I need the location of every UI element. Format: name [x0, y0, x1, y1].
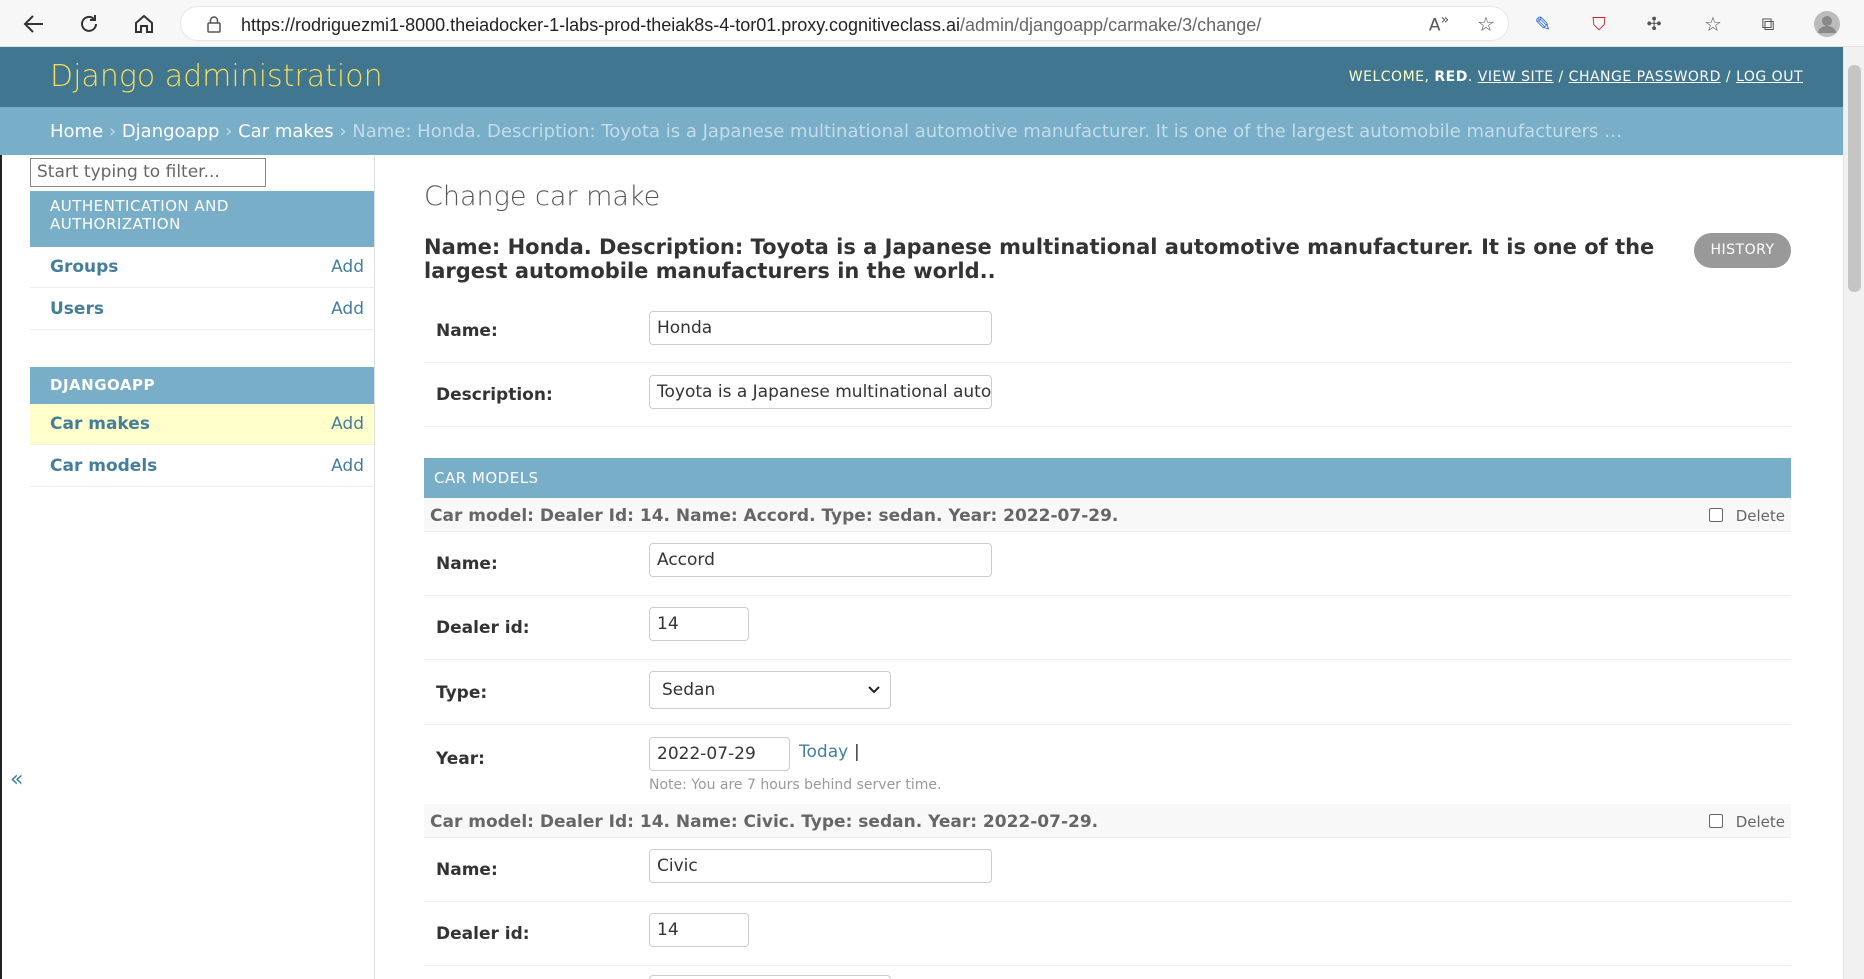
inline-item-title: Car model: Dealer Id: 14. Name: Civic. T…: [430, 812, 1099, 832]
sidebar-item-label[interactable]: Car models: [50, 456, 157, 476]
home-icon[interactable]: [128, 8, 160, 40]
dealer-id-input[interactable]: 14: [649, 607, 749, 641]
admin-header: Django administration WELCOME, RED. VIEW…: [0, 47, 1843, 107]
model-name-input[interactable]: Civic: [649, 849, 992, 883]
sidebar-item-label[interactable]: Users: [50, 299, 104, 319]
refresh-icon[interactable]: [73, 8, 105, 40]
chevron-down-icon: [868, 686, 880, 694]
timezone-note: Note: You are 7 hours behind server time…: [649, 777, 942, 793]
page-scrollbar[interactable]: [1843, 47, 1864, 979]
add-user-link[interactable]: Add: [331, 299, 364, 319]
dealer-id-input[interactable]: 14: [649, 913, 749, 947]
add-group-link[interactable]: Add: [331, 257, 364, 277]
name-input[interactable]: Honda: [649, 311, 992, 345]
site-brand[interactable]: Django administration: [50, 59, 383, 94]
description-input[interactable]: Toyota is a Japanese multinational autom…: [649, 375, 992, 409]
scrollbar-thumb[interactable]: [1848, 65, 1861, 292]
nav-sidebar: Start typing to filter... AUTHENTICATION…: [30, 155, 375, 979]
dealer-id-label: Dealer id:: [436, 924, 530, 944]
extension-shield-icon[interactable]: ⛉: [1584, 9, 1614, 39]
form-row-description: Description: Toyota is a Japanese multin…: [424, 363, 1791, 427]
back-icon[interactable]: [18, 8, 50, 40]
collapse-sidebar-icon[interactable]: «: [10, 767, 23, 792]
delete-label[interactable]: Delete: [1736, 507, 1785, 525]
profile-avatar[interactable]: [1812, 9, 1842, 39]
today-link[interactable]: Today: [799, 742, 848, 762]
delete-checkbox[interactable]: [1709, 814, 1723, 828]
inline-caption-car-models: CAR MODELS: [424, 458, 1791, 498]
read-aloud-icon[interactable]: A»: [1424, 9, 1454, 39]
sidebar-item-label[interactable]: Car makes: [50, 414, 150, 434]
type-label: Type:: [436, 683, 488, 703]
page-title: Change car make: [424, 181, 661, 212]
breadcrumb-home[interactable]: Home: [50, 121, 103, 142]
inline-item-title: Car model: Dealer Id: 14. Name: Accord. …: [430, 506, 1119, 526]
form-row-dealer-id: Dealer id: 14: [424, 902, 1791, 966]
name-label: Name:: [436, 321, 498, 341]
type-select[interactable]: Sedan: [649, 671, 891, 709]
welcome-text: WELCOME,: [1348, 69, 1430, 85]
delete-checkbox[interactable]: [1709, 508, 1723, 522]
model-name-label: Name:: [436, 554, 498, 574]
sidebar-item-label[interactable]: Groups: [50, 257, 118, 277]
browser-toolbar: https://rodriguezmi1-8000.theiadocker-1-…: [0, 0, 1864, 47]
object-title: Name: Honda. Description: Toyota is a Ja…: [424, 235, 1655, 283]
form-row-dealer-id: Dealer id: 14: [424, 596, 1791, 660]
url-text[interactable]: https://rodriguezmi1-8000.theiadocker-1-…: [241, 15, 1261, 36]
form-row-name: Name: Honda: [424, 300, 1791, 363]
address-bar[interactable]: https://rodriguezmi1-8000.theiadocker-1-…: [180, 6, 1509, 41]
sidebar-filter-input[interactable]: Start typing to filter...: [30, 158, 266, 187]
user-tools: WELCOME, RED. VIEW SITE / CHANGE PASSWOR…: [1348, 69, 1803, 85]
module-caption-djangoapp[interactable]: DJANGOAPP: [30, 367, 374, 404]
lock-icon[interactable]: [205, 15, 223, 33]
add-car-make-link[interactable]: Add: [331, 414, 364, 434]
form-row-model-name: Name: Civic: [424, 838, 1791, 902]
year-input[interactable]: 2022-07-29: [649, 737, 790, 771]
extensions-icon[interactable]: ✣: [1639, 9, 1669, 39]
collections-icon[interactable]: ⧉: [1753, 9, 1783, 39]
sidebar-toggle-strip[interactable]: «: [0, 155, 30, 979]
breadcrumb: Home › Djangoapp › Car makes › Name: Hon…: [0, 107, 1843, 155]
module-caption-auth[interactable]: AUTHENTICATION AND AUTHORIZATION: [30, 191, 374, 247]
favorites-icon[interactable]: ☆: [1698, 9, 1728, 39]
type-selected-value: Sedan: [662, 680, 716, 700]
log-out-link[interactable]: LOG OUT: [1736, 69, 1803, 85]
form-row-model-name: Name: Accord: [424, 532, 1791, 596]
form-row-year: Year: 2022-07-29 Today | Note: You are 7…: [424, 725, 1791, 804]
sidebar-item-groups[interactable]: Groups Add: [30, 247, 374, 288]
dealer-id-label: Dealer id:: [436, 618, 530, 638]
sidebar-item-car-makes[interactable]: Car makes Add: [30, 404, 374, 445]
form-row-type: Type: Sedan: [424, 660, 1791, 725]
calendar-separator: |: [854, 742, 860, 762]
breadcrumb-current: Name: Honda. Description: Toyota is a Ja…: [352, 121, 1623, 142]
breadcrumb-model[interactable]: Car makes: [238, 121, 334, 142]
year-label: Year:: [436, 749, 485, 769]
breadcrumb-app[interactable]: Djangoapp: [122, 121, 220, 142]
history-button[interactable]: HISTORY: [1694, 233, 1791, 268]
model-name-label: Name:: [436, 860, 498, 880]
username: RED: [1434, 69, 1468, 85]
favorite-add-icon[interactable]: ☆: [1471, 9, 1501, 39]
sidebar-item-users[interactable]: Users Add: [30, 289, 374, 330]
main-content: Change car make Name: Honda. Description…: [424, 155, 1791, 979]
sidebar-item-car-models[interactable]: Car models Add: [30, 446, 374, 487]
delete-label[interactable]: Delete: [1736, 813, 1785, 831]
inline-item-header: Car model: Dealer Id: 14. Name: Civic. T…: [424, 804, 1791, 838]
model-name-input[interactable]: Accord: [649, 543, 992, 577]
description-label: Description:: [436, 385, 553, 405]
type-select-partial[interactable]: [649, 975, 891, 979]
change-password-link[interactable]: CHANGE PASSWORD: [1569, 69, 1721, 85]
extension-pen-icon[interactable]: ✎: [1528, 9, 1558, 39]
view-site-link[interactable]: VIEW SITE: [1478, 69, 1554, 85]
add-car-model-link[interactable]: Add: [331, 456, 364, 476]
inline-item-header: Car model: Dealer Id: 14. Name: Accord. …: [424, 498, 1791, 532]
